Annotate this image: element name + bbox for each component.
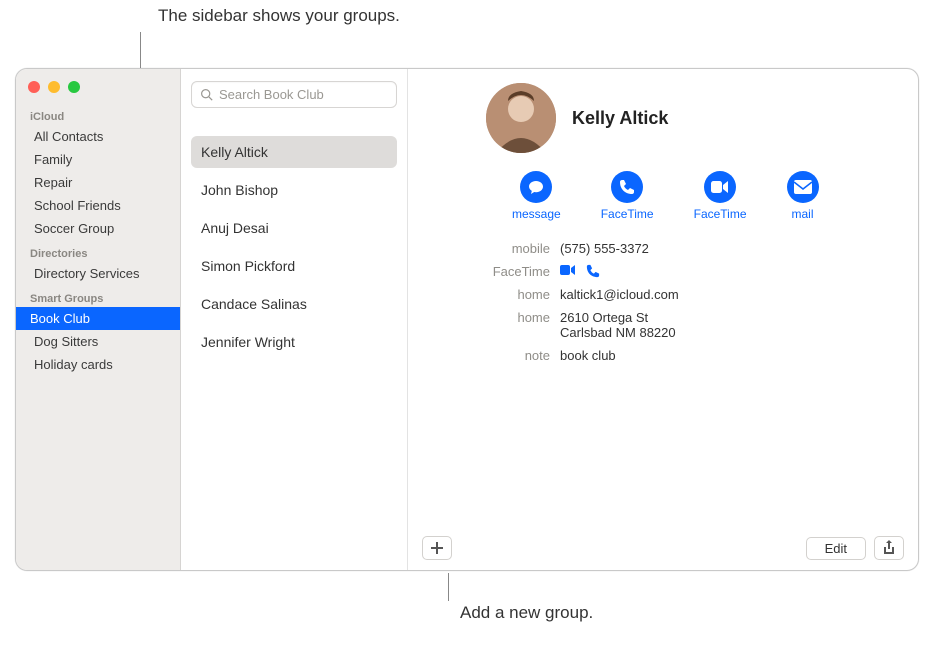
contact-action-message[interactable]: message	[512, 171, 561, 221]
contact-action-mail[interactable]: mail	[787, 171, 819, 221]
action-label: message	[512, 207, 561, 221]
contact-name: Kelly Altick	[572, 108, 668, 129]
list-item[interactable]: Jennifer Wright	[191, 326, 397, 358]
sidebar-section-header: Directories	[16, 240, 180, 262]
action-label: FaceTime	[694, 207, 747, 221]
field-value[interactable]: kaltick1@icloud.com	[560, 287, 679, 302]
contacts-window: iCloudAll ContactsFamilyRepairSchool Fri…	[15, 68, 919, 571]
callout-line	[140, 32, 141, 70]
share-icon	[882, 540, 896, 556]
list-item[interactable]: Candace Salinas	[191, 288, 397, 320]
maximize-icon[interactable]	[68, 81, 80, 93]
field-label: note	[426, 348, 550, 363]
phone-icon[interactable]	[586, 264, 600, 278]
close-icon[interactable]	[28, 81, 40, 93]
sidebar: iCloudAll ContactsFamilyRepairSchool Fri…	[16, 69, 181, 570]
sidebar-section-header: iCloud	[16, 103, 180, 125]
field-value[interactable]: 2610 Ortega St Carlsbad NM 88220	[560, 310, 676, 340]
sidebar-item[interactable]: Repair	[20, 171, 176, 194]
field-facetime: FaceTime	[426, 260, 900, 283]
sidebar-item[interactable]: Family	[20, 148, 176, 171]
video-icon	[704, 171, 736, 203]
field-mobile: mobile (575) 555-3372	[426, 237, 900, 260]
list-item[interactable]: John Bishop	[191, 174, 397, 206]
message-icon	[520, 171, 552, 203]
video-icon[interactable]	[560, 264, 576, 276]
search-placeholder: Search Book Club	[219, 87, 324, 102]
plus-icon	[431, 542, 443, 554]
action-label: FaceTime	[601, 207, 654, 221]
callout-line	[448, 573, 449, 601]
sidebar-item[interactable]: All Contacts	[20, 125, 176, 148]
sidebar-section-header: Smart Groups	[16, 285, 180, 307]
field-home-address: home 2610 Ortega St Carlsbad NM 88220	[426, 306, 900, 344]
address-line2: Carlsbad NM 88220	[560, 325, 676, 340]
field-note: note book club	[426, 344, 900, 367]
window-controls	[16, 75, 180, 103]
contact-detail: Kelly Altick message FaceTime FaceTime mail…	[408, 69, 918, 570]
contact-action-FaceTime[interactable]: FaceTime	[601, 171, 654, 221]
action-label: mail	[792, 207, 814, 221]
sidebar-item[interactable]: School Friends	[20, 194, 176, 217]
share-button[interactable]	[874, 536, 904, 560]
address-line1: 2610 Ortega St	[560, 310, 676, 325]
field-value[interactable]: (575) 555-3372	[560, 241, 649, 256]
contact-list-column: Search Book Club Kelly Altick John Bishop…	[181, 69, 408, 570]
mail-icon	[787, 171, 819, 203]
callout-sidebar-groups: The sidebar shows your groups.	[158, 6, 400, 26]
avatar	[486, 83, 556, 153]
sidebar-item[interactable]: Directory Services	[20, 262, 176, 285]
list-item[interactable]: Anuj Desai	[191, 212, 397, 244]
sidebar-item[interactable]: Book Club	[16, 307, 180, 330]
edit-button[interactable]: Edit	[806, 537, 866, 560]
field-label: mobile	[426, 241, 550, 256]
list-item[interactable]: Simon Pickford	[191, 250, 397, 282]
field-label: home	[426, 310, 550, 325]
contact-action-FaceTime[interactable]: FaceTime	[694, 171, 747, 221]
phone-icon	[611, 171, 643, 203]
search-icon	[200, 88, 213, 101]
search-input[interactable]: Search Book Club	[191, 81, 397, 108]
field-home-email: home kaltick1@icloud.com	[426, 283, 900, 306]
sidebar-item[interactable]: Holiday cards	[20, 353, 176, 376]
list-item[interactable]: Kelly Altick	[191, 136, 397, 168]
field-value[interactable]: book club	[560, 348, 616, 363]
minimize-icon[interactable]	[48, 81, 60, 93]
field-label: home	[426, 287, 550, 302]
add-button[interactable]	[422, 536, 452, 560]
sidebar-item[interactable]: Soccer Group	[20, 217, 176, 240]
sidebar-item[interactable]: Dog Sitters	[20, 330, 176, 353]
field-label: FaceTime	[426, 264, 550, 279]
callout-add-group: Add a new group.	[460, 603, 593, 623]
